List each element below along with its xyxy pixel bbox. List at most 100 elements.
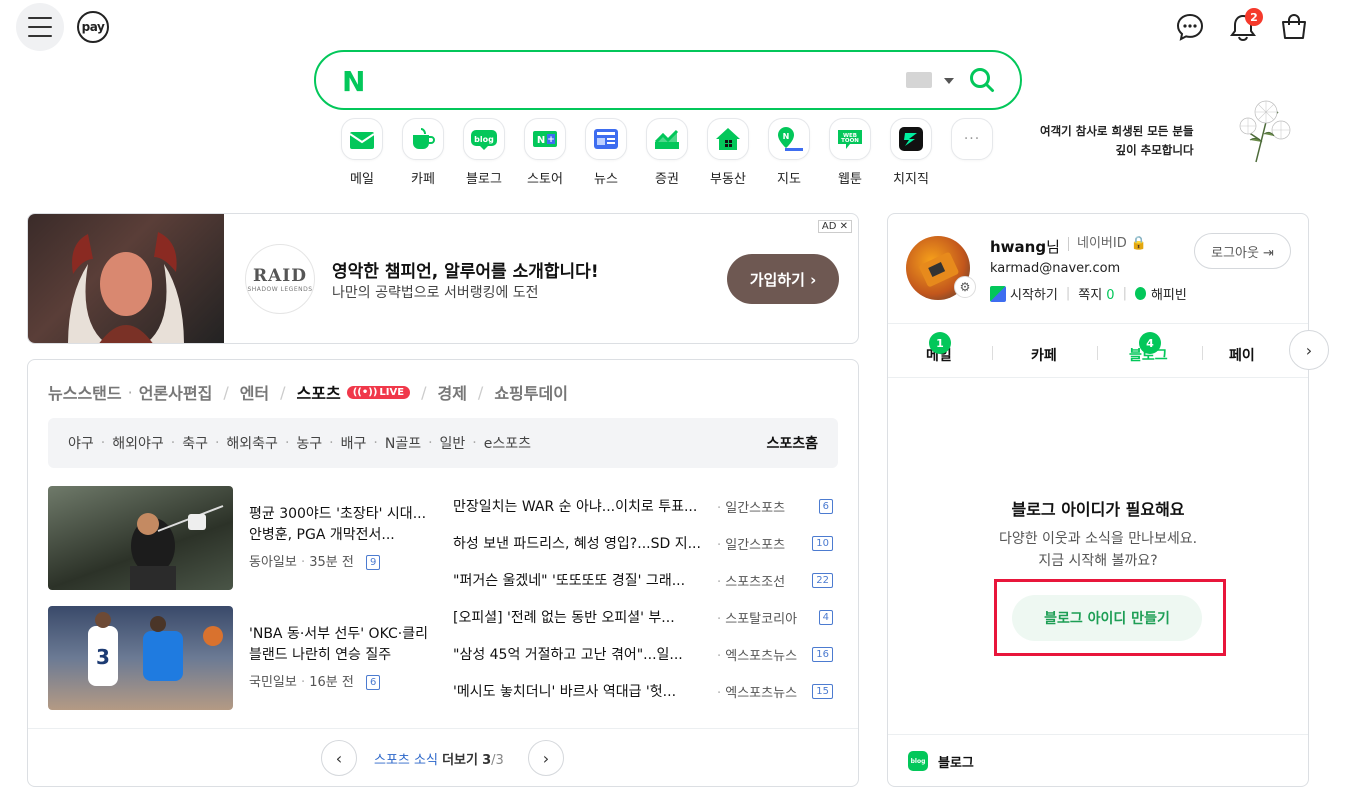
create-blog-id-button[interactable]: 블로그 아이디 만들기 [1012,595,1202,641]
shortcut-mail[interactable]: 메일 [332,118,392,187]
main-article-title[interactable]: 'NBA 동·서부 선두' OKC·클리블랜드 나란히 연승 질주 [249,624,429,666]
headline-source[interactable]: 스포탈코리아 [717,608,797,627]
headline-title[interactable]: "퍼거슨 울겠네" '또또또또 경질' 그래... [453,570,711,590]
subtab-volleyball[interactable]: 배구 [341,433,367,453]
headline-count[interactable]: 10 [812,535,833,551]
subtab-world-soccer[interactable]: 해외축구 [226,433,278,453]
shortcut-more[interactable]: ··· [942,118,1002,160]
headline-count[interactable]: 22 [812,572,833,588]
user-name[interactable]: hwang님 [990,236,1060,257]
headline-item[interactable]: 하성 보낸 파드리스, 혜성 영입?...SD 지... 일간스포츠 10 [453,533,833,553]
memo-link[interactable]: 쪽지 0 [1078,284,1114,303]
headline-item[interactable]: [오피셜] '전례 없는 동반 오피셜' 부... 스포탈코리아 4 [453,607,833,627]
golf-photo[interactable] [48,486,233,590]
happybean-link[interactable]: 해피빈 [1151,284,1187,303]
svg-text:TOON: TOON [841,138,859,144]
shortcut-stock[interactable]: 증권 [637,118,697,187]
headline-source[interactable]: 일간스포츠 [717,534,785,553]
blog-footer-link[interactable]: 블로그 [938,752,974,771]
menu-button[interactable] [16,3,64,51]
article-count[interactable]: 9 [366,555,381,570]
headline-title[interactable]: 하성 보낸 파드리스, 혜성 영입?...SD 지... [453,533,711,553]
search-bar[interactable]: N [314,50,1022,110]
tab-newsstand[interactable]: 뉴스스탠드 [48,380,122,404]
shortcut-chzzk[interactable]: 치지직 [881,118,941,187]
pay-button[interactable]: pay [77,11,109,43]
naver-logo[interactable]: N [342,65,365,98]
shortcut-store[interactable]: N + 스토어 [515,118,575,187]
main-article-meta: 동아일보 · 35분 전 9 [249,551,381,570]
next-page-button[interactable]: › [528,740,564,776]
headline-source[interactable]: 일간스포츠 [717,497,785,516]
tabs-next-button[interactable]: › [1289,330,1329,370]
tab-pay[interactable]: 페이 [1229,345,1255,365]
keyboard-icon[interactable] [906,72,932,88]
subtab-soccer[interactable]: 축구 [182,433,208,453]
main-article-title[interactable]: 평균 300야드 '초장타' 시대...안병훈, PGA 개막전서... [249,504,429,546]
prev-page-button[interactable]: ‹ [321,740,357,776]
shortcut-blog[interactable]: blog 블로그 [454,118,514,187]
subtab-general[interactable]: 일반 [440,433,466,453]
ad-title[interactable]: 영악한 챔피언, 알루어를 소개합니다! [332,257,599,282]
tab-sports[interactable]: 스포츠 [297,380,341,404]
live-badge[interactable]: ((•)) LIVE [346,385,411,399]
shortcut-cafe[interactable]: 카페 [393,118,453,187]
subtab-basketball[interactable]: 농구 [296,433,322,453]
naver-id-label[interactable]: 네이버ID 🔒 [1068,237,1147,251]
subtab-mlb[interactable]: 해외야구 [112,433,164,453]
sports-news-more-link[interactable]: 스포츠 소식 더보기 3/3 [374,749,504,768]
tab-mail[interactable]: 1 메일 [926,332,952,365]
article-count[interactable]: 6 [366,675,381,690]
live-label: LIVE [379,386,405,398]
headline-count[interactable]: 16 [812,646,833,662]
headline-title[interactable]: 만장일치는 WAR 순 아냐...이치로 투표... [453,496,711,516]
blog-icon[interactable]: blog [908,751,928,771]
headline-item[interactable]: 만장일치는 WAR 순 아냐...이치로 투표... 일간스포츠 6 [453,496,833,516]
ad-close-button[interactable]: AD ✕ [817,220,852,233]
headline-item[interactable]: '메시도 놓치더니' 바르사 역대급 '헛... 엑스포츠뉴스 15 [453,681,833,701]
headline-source[interactable]: 스포츠조선 [717,571,785,590]
map-icon: N [768,118,810,160]
tab-blog[interactable]: 4 블로그 [1129,332,1168,365]
headline-count[interactable]: 4 [818,609,833,625]
shortcut-realestate[interactable]: 부동산 [698,118,758,187]
headline-title[interactable]: "삼성 45억 거절하고 고난 겪어"...일... [453,644,711,664]
tab-economy[interactable]: 경제 [437,380,466,404]
shortcut-map[interactable]: N 지도 [759,118,819,187]
ad-banner[interactable]: RAID SHADOW LEGENDS 영악한 챔피언, 알루어를 소개합니다!… [27,213,859,344]
shopping-bag-icon[interactable] [1277,10,1311,44]
news-tab-bar: 뉴스스탠드 · 언론사편집 / 엔터 / 스포츠 ((•)) LIVE / 경제 … [48,380,568,404]
headline-source[interactable]: 엑스포츠뉴스 [717,645,797,664]
tab-entertainment[interactable]: 엔터 [240,380,269,404]
start-link[interactable]: 시작하기 [1010,284,1058,303]
ad-join-button[interactable]: 가입하기 › [727,254,839,304]
blog-id-needed-text: 다양한 이웃과 소식을 만나보세요. 지금 시작해 볼까요? [888,528,1308,572]
article-source[interactable]: 국민일보 [249,675,297,690]
headline-item[interactable]: "퍼거슨 울겠네" '또또또또 경질' 그래... 스포츠조선 22 [453,570,833,590]
tab-press-edit[interactable]: 언론사편집 [139,380,213,404]
shortcut-news[interactable]: 뉴스 [576,118,636,187]
service-tab-bar: 1 메일 카페 4 블로그 페이 [888,323,1308,378]
tab-shopping-today[interactable]: 쇼핑투데이 [494,380,568,404]
headline-item[interactable]: "삼성 45억 거절하고 고난 겪어"...일... 엑스포츠뉴스 16 [453,644,833,664]
talk-icon[interactable] [1173,10,1207,44]
sports-home-link[interactable]: 스포츠홈 [766,433,818,453]
subtab-baseball[interactable]: 야구 [68,433,94,453]
headline-source[interactable]: 엑스포츠뉴스 [717,682,797,701]
chevron-down-icon[interactable] [944,78,954,84]
search-icon[interactable] [968,66,996,98]
shortcut-webtoon[interactable]: WEB TOON 웹툰 [820,118,880,187]
subtab-golf[interactable]: N골프 [385,433,421,453]
basketball-photo[interactable]: 3 [48,606,233,710]
article-source[interactable]: 동아일보 [249,555,297,570]
subtab-esports[interactable]: e스포츠 [484,433,531,453]
headline-count[interactable]: 15 [812,683,833,699]
headline-title[interactable]: [오피셜] '전례 없는 동반 오피셜' 부... [453,607,711,627]
gear-icon[interactable]: ⚙ [954,276,976,298]
headline-title[interactable]: '메시도 놓치더니' 바르사 역대급 '헛... [453,681,711,701]
notification-bell-icon[interactable]: 2 [1226,8,1263,44]
memo-label: 쪽지 [1078,288,1103,303]
tab-cafe[interactable]: 카페 [1031,345,1057,365]
headline-count[interactable]: 6 [818,498,833,514]
logout-button[interactable]: 로그아웃 ⇥ [1194,233,1291,269]
